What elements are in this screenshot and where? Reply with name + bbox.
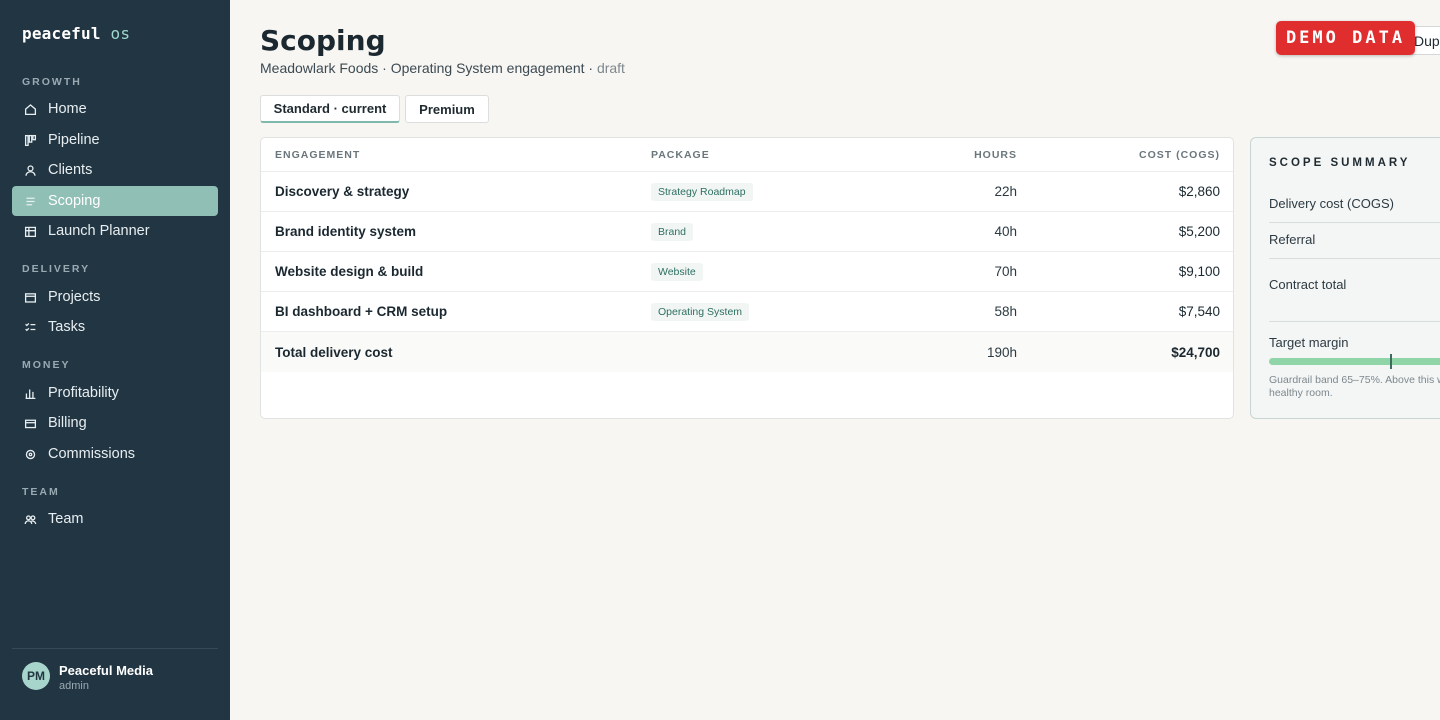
package-tag: Website <box>651 262 703 281</box>
engagement-name: BI dashboard + CRM setup <box>275 304 448 319</box>
margin-guardrail-bar <box>1269 358 1440 365</box>
sidebar-item-profitability[interactable]: Profitability <box>12 378 218 408</box>
page-subtitle: Meadowlark Foods · Operating System enga… <box>260 60 625 76</box>
nav-section-growth: GROWTH <box>22 76 82 88</box>
table-header-row: ENGAGEMENT PACKAGE HOURS COST (COGS) <box>261 138 1233 172</box>
target-margin-label: Target margin <box>1269 335 1349 350</box>
sidebar-item-label: Commissions <box>48 446 136 462</box>
sidebar-item-label: Billing <box>48 415 87 431</box>
status-badge: draft <box>596 60 625 76</box>
scope-summary-card: SCOPE SUMMARY Delivery cost (COGS) Refer… <box>1250 137 1440 419</box>
contract-total-label: Contract total <box>1269 277 1347 292</box>
table-row[interactable]: Brand identity system Brand 40h $5,200 <box>261 212 1233 252</box>
sidebar-item-label: Projects <box>48 289 101 305</box>
nav-section-money: MONEY <box>22 359 71 371</box>
total-label: Total delivery cost <box>275 344 393 360</box>
sidebar-item-label: Launch Planner <box>48 223 150 239</box>
sidebar-item-label: Team <box>48 511 84 527</box>
folder-icon <box>22 289 38 305</box>
list-icon <box>22 193 38 209</box>
sidebar-item-team[interactable]: Team <box>12 504 218 534</box>
cost-value: $9,100 <box>1178 264 1220 279</box>
sidebar-item-label: Pipeline <box>48 132 100 148</box>
total-cost: $24,700 <box>1171 344 1220 360</box>
cost-value: $2,860 <box>1178 184 1220 199</box>
hours-value: 58h <box>994 304 1017 319</box>
sidebar-divider <box>12 648 218 649</box>
column-header-cost: COST (COGS) <box>1139 148 1220 161</box>
table-row[interactable]: Website design & build Website 70h $9,10… <box>261 252 1233 292</box>
column-header-package: PACKAGE <box>651 148 710 161</box>
sidebar-item-label: Profitability <box>48 385 119 401</box>
summary-divider <box>1269 222 1440 223</box>
cost-value: $5,200 <box>1178 224 1220 239</box>
card-icon <box>22 415 38 431</box>
checklist-icon <box>22 319 38 335</box>
sidebar-item-home[interactable]: Home <box>12 94 218 124</box>
engagement-table: ENGAGEMENT PACKAGE HOURS COST (COGS) Dis… <box>260 137 1234 419</box>
total-hours: 190h <box>986 344 1017 360</box>
package-tag: Brand <box>651 222 694 241</box>
brand-logo[interactable]: peaceful os <box>22 24 130 43</box>
sidebar-item-tasks[interactable]: Tasks <box>12 312 218 342</box>
brand-suffix: os <box>110 24 131 43</box>
package-cell: Strategy Roadmap <box>651 172 753 211</box>
sidebar-item-scoping[interactable]: Scoping <box>12 186 218 216</box>
kanban-icon <box>22 132 38 148</box>
sidebar-item-label: Scoping <box>48 193 101 209</box>
tab-premium[interactable]: Premium <box>405 95 489 123</box>
summary-divider <box>1269 321 1440 322</box>
sidebar-item-label: Tasks <box>48 319 86 335</box>
sidebar-item-label: Home <box>48 101 87 117</box>
bar-chart-icon <box>22 385 38 401</box>
delivery-cost-label: Delivery cost (COGS) <box>1269 196 1394 211</box>
package-cell: Operating System <box>651 292 750 331</box>
column-header-hours: HOURS <box>974 148 1017 161</box>
package-cell: Brand <box>651 212 694 251</box>
sidebar-item-label: Clients <box>48 162 93 178</box>
nav-section-delivery: DELIVERY <box>22 263 91 275</box>
sidebar-item-billing[interactable]: Billing <box>12 408 218 438</box>
sidebar-item-clients[interactable]: Clients <box>12 155 218 185</box>
page-title: Scoping <box>260 24 386 57</box>
hours-value: 22h <box>994 184 1017 199</box>
referral-label: Referral <box>1269 232 1316 247</box>
engagement-context: Meadowlark Foods · Operating System enga… <box>260 60 597 76</box>
engagement-name: Website design & build <box>275 264 424 279</box>
avatar[interactable]: PM <box>22 662 50 690</box>
tab-standard[interactable]: Standard · current <box>260 95 400 123</box>
table-row[interactable]: Discovery & strategy Strategy Roadmap 22… <box>261 172 1233 212</box>
calendar-icon <box>22 223 38 239</box>
sidebar-item-commissions[interactable]: Commissions <box>12 439 218 469</box>
cost-value: $7,540 <box>1178 304 1220 319</box>
table-row[interactable]: BI dashboard + CRM setup Operating Syste… <box>261 292 1233 332</box>
nav-section-team: TEAM <box>22 486 60 498</box>
sidebar: peaceful os GROWTH Home Pipeline Clients… <box>0 0 230 720</box>
user-name: Peaceful Media <box>59 663 153 678</box>
margin-marker[interactable] <box>1390 354 1392 369</box>
sidebar-item-projects[interactable]: Projects <box>12 282 218 312</box>
summary-title: SCOPE SUMMARY <box>1269 157 1411 169</box>
summary-divider <box>1269 258 1440 259</box>
engagement-name: Discovery & strategy <box>275 184 410 199</box>
demo-data-badge: DEMO DATA <box>1276 21 1415 55</box>
column-header-engagement: ENGAGEMENT <box>275 148 361 161</box>
target-icon <box>22 446 38 462</box>
people-icon <box>22 511 38 527</box>
sidebar-item-pipeline[interactable]: Pipeline <box>12 125 218 155</box>
guardrail-note: Guardrail band 65–75%. Above this with h… <box>1269 374 1440 399</box>
sidebar-item-launch-planner[interactable]: Launch Planner <box>12 216 218 246</box>
engagement-name: Brand identity system <box>275 224 417 239</box>
package-tag: Operating System <box>651 302 750 321</box>
person-icon <box>22 162 38 178</box>
home-icon <box>22 101 38 117</box>
package-tag: Strategy Roadmap <box>651 182 753 201</box>
brand-name: peaceful <box>22 24 101 43</box>
user-role: admin <box>59 680 89 692</box>
hours-value: 40h <box>994 224 1017 239</box>
package-cell: Website <box>651 252 703 291</box>
hours-value: 70h <box>994 264 1017 279</box>
table-total-row: Total delivery cost 190h $24,700 <box>261 332 1233 372</box>
